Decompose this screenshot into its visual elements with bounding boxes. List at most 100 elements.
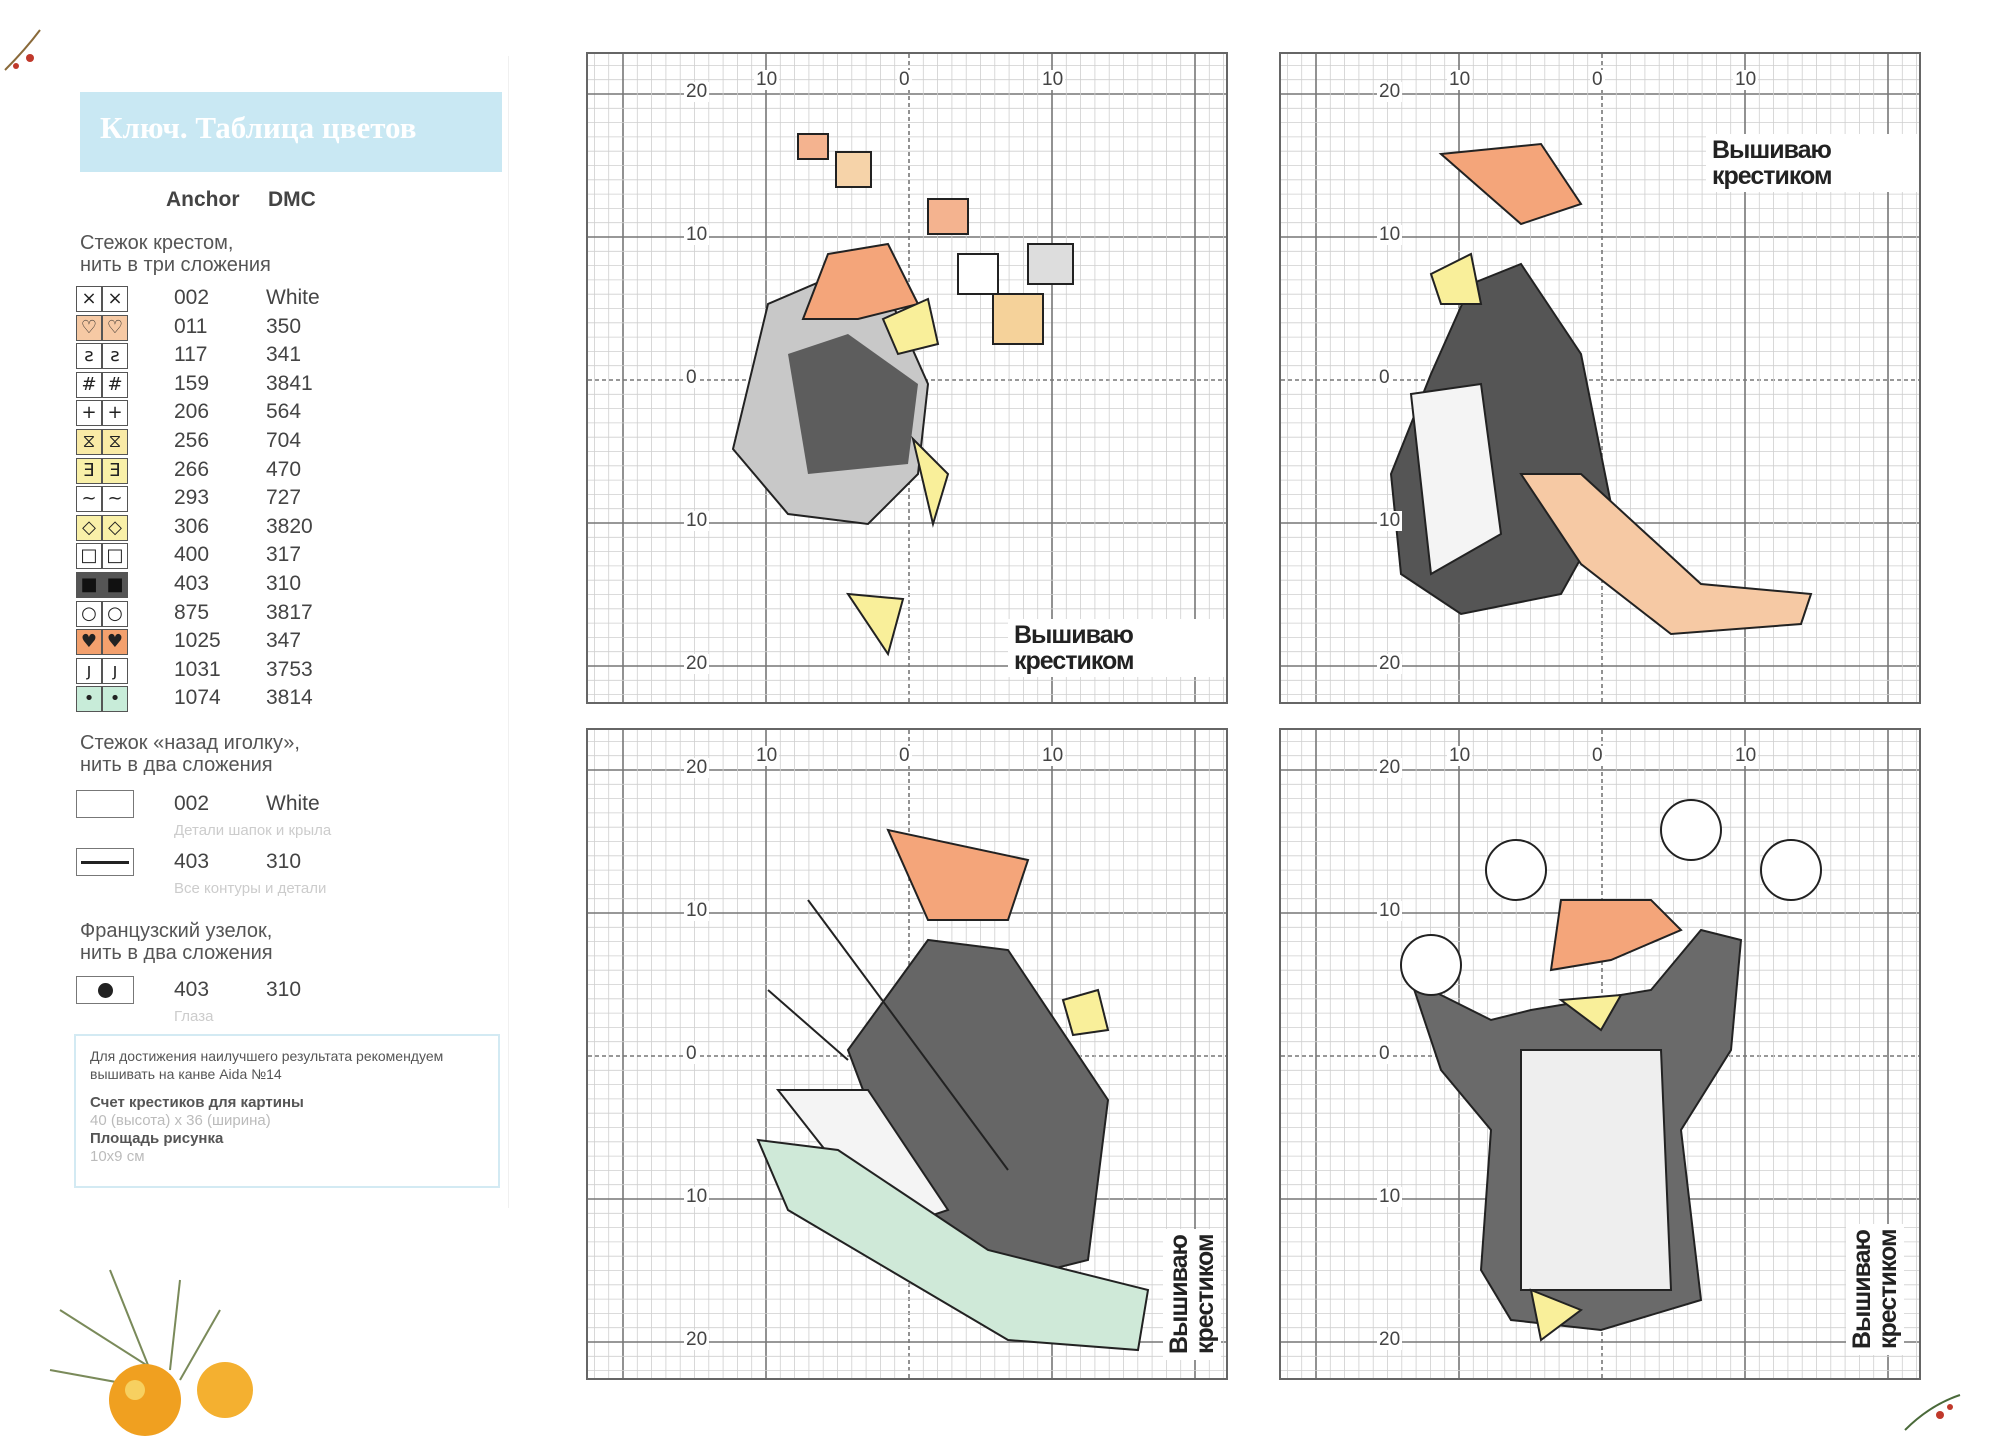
key-row: # #159 3841	[76, 370, 376, 398]
dmc-code: 341	[266, 343, 302, 367]
y-axis-label: 10	[684, 224, 710, 245]
key-row: Ǝ Ǝ 266 470	[76, 456, 376, 484]
holly-sprig-bottom-right	[1904, 1394, 1961, 1431]
stitch-count-value: 40 (высота) x 36 (ширина)	[90, 1112, 271, 1129]
y-axis-label: 10	[684, 510, 710, 531]
symbol-swatch: #	[102, 371, 128, 398]
symbol-swatch: □	[76, 543, 102, 570]
x-axis-label: 10	[1447, 69, 1473, 90]
backstitch-note-white: Детали шапок и крыла	[174, 822, 332, 839]
dmc-code: 3753	[266, 657, 313, 681]
symbol-swatch: ×	[102, 286, 128, 312]
x-axis-label: 10	[1447, 745, 1473, 766]
symbol-swatch: ×	[76, 286, 102, 312]
key-row: ♥ ♥ 1025 347	[76, 627, 376, 656]
x-axis-label: 0	[1590, 69, 1605, 90]
chart-penguin-gifts: Вышиваю крестиком 10 0 10 20 10 0 10 20	[586, 52, 1228, 704]
x-axis-label: 0	[897, 69, 912, 90]
symbol-swatch: ■	[102, 572, 128, 598]
x-axis-label: 10	[754, 745, 780, 766]
symbol-swatch: Ǝ	[76, 457, 102, 484]
anchor-code: 1025	[174, 629, 221, 653]
anchor-code: 011	[174, 314, 208, 338]
backstitch-heading: Стежок «назад иголку», нить в два сложен…	[80, 732, 300, 776]
y-axis-label: 10	[684, 1186, 710, 1207]
cross-stitch-heading: Стежок крестом, нить в три сложения	[80, 232, 271, 276]
y-axis-label: 0	[684, 1043, 699, 1064]
anchor-code: 002	[174, 792, 210, 815]
anchor-code: 206	[174, 400, 210, 424]
info-line: вышивать на канве Aida №14	[90, 1066, 282, 1082]
symbol-swatch: ȷ	[102, 657, 128, 684]
dmc-column-header: DMC	[268, 188, 316, 211]
key-row: ƨ ƨ 117 341	[76, 341, 376, 370]
symbol-swatch: ȷ	[76, 657, 102, 684]
symbol-swatch: ♡	[102, 314, 128, 341]
symbol-swatch: ƨ	[76, 343, 102, 370]
anchor-column-header: Anchor	[166, 188, 240, 211]
anchor-code: 256	[174, 429, 210, 452]
dmc-code: 564	[266, 400, 302, 424]
symbol-swatch: +	[76, 400, 102, 427]
dmc-code: 310	[266, 572, 302, 595]
dmc-code: White	[266, 792, 320, 815]
brand-logo: Вышиваю крестиком	[1163, 1228, 1221, 1360]
key-title-banner: Ключ. Таблица цветов	[80, 92, 502, 172]
design-area-title: Площадь рисунка	[90, 1130, 224, 1147]
dmc-code: 347	[266, 629, 302, 653]
info-box: Для достижения наилучшего результата рек…	[74, 1034, 500, 1188]
symbol-swatch: +	[102, 400, 128, 427]
x-axis-label: 0	[1590, 745, 1605, 766]
anchor-code: 117	[174, 343, 208, 367]
symbol-swatch: Ǝ	[102, 457, 128, 484]
key-title: Ключ. Таблица цветов	[100, 110, 417, 145]
y-axis-label: 20	[684, 81, 710, 102]
symbol-swatch: ■	[76, 572, 102, 598]
anchor-code: 1074	[174, 686, 221, 710]
key-row: ♡ ♡ 011 350	[76, 313, 376, 341]
holly-sprig-top-left	[4, 29, 41, 71]
anchor-code: 1031	[174, 657, 221, 681]
anchor-code: 403	[174, 850, 210, 873]
x-axis-label: 10	[1040, 745, 1066, 766]
symbol-swatch: ◇	[76, 514, 102, 541]
y-axis-label: 20	[1377, 653, 1403, 674]
design-area-value: 10x9 см	[90, 1148, 145, 1165]
dmc-code: 310	[266, 978, 302, 1001]
symbol-swatch: ⧖	[76, 429, 102, 455]
knot-swatch	[76, 976, 134, 1004]
key-row: • • 1074 3814	[76, 684, 376, 713]
anchor-code: 875	[174, 600, 210, 624]
anchor-code: 293	[174, 486, 210, 510]
symbol-swatch: ♥	[76, 629, 102, 656]
anchor-code: 403	[174, 978, 210, 1001]
dmc-code: 317	[266, 543, 302, 567]
dmc-code: White	[266, 286, 320, 309]
key-row: □ □ 400 317	[76, 541, 376, 570]
anchor-code: 159	[174, 371, 210, 395]
backstitch-row-white: 002 White	[76, 790, 376, 818]
chart-penguin-juggling: Вышиваю крестиком 10 0 10 20 10 0 10 20	[1279, 728, 1921, 1380]
symbol-swatch: ⧖	[102, 429, 128, 455]
dmc-code: 3841	[266, 371, 313, 395]
symbol-swatch: ƨ	[102, 343, 128, 370]
symbol-swatch: •	[102, 686, 128, 713]
dmc-code: 704	[266, 429, 302, 452]
x-axis-label: 10	[1733, 69, 1759, 90]
stitch-count-title: Счет крестиков для картины	[90, 1094, 304, 1111]
y-axis-label: 10	[1377, 1186, 1403, 1207]
info-line: Для достижения наилучшего результата рек…	[90, 1048, 444, 1064]
symbol-swatch: ~	[102, 486, 128, 513]
key-row: ~ ~293 727	[76, 484, 376, 513]
anchor-code: 400	[174, 543, 210, 567]
orange-sprig-bottom-left	[49, 1269, 253, 1436]
brand-logo: Вышиваю крестиком	[1846, 1223, 1904, 1355]
key-row: + +206 564	[76, 398, 376, 427]
brand-logo: Вышиваю крестиком	[1008, 619, 1226, 677]
y-axis-label: 0	[1377, 367, 1392, 388]
symbol-swatch: ~	[76, 486, 102, 513]
key-row: ȷ ȷ 1031 3753	[76, 656, 376, 684]
chart-penguin-scarf: Вышиваю крестиком 10 0 10 20 10 0 10 20	[1279, 52, 1921, 704]
key-row: ⧖ ⧖ 256 704	[76, 427, 376, 455]
y-axis-label: 20	[1377, 81, 1403, 102]
